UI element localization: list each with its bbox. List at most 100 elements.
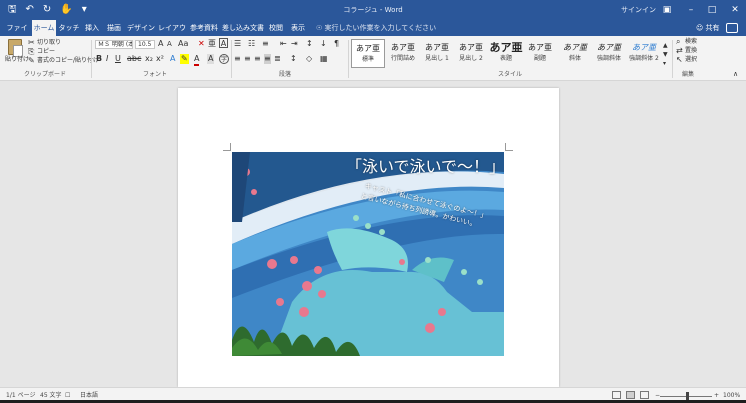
- style-no-spacing[interactable]: あア亜 行間詰め: [386, 39, 420, 68]
- collapse-ribbon-icon[interactable]: ∧: [733, 69, 738, 79]
- style-intense-emphasis[interactable]: あア亜 強調斜体: [592, 39, 626, 68]
- strikethrough-icon[interactable]: abc: [127, 54, 141, 64]
- sign-in-link[interactable]: サインイン: [621, 4, 656, 16]
- style-sample: あア亜: [528, 43, 552, 52]
- font-size-box[interactable]: 10.5: [135, 40, 155, 49]
- style-title[interactable]: あア亜 表題: [489, 39, 523, 68]
- language-indicator[interactable]: 日本語: [80, 391, 98, 400]
- style-sample: あア亜: [489, 41, 523, 54]
- tab-references[interactable]: 参考資料: [190, 20, 218, 36]
- phonetic-guide-icon[interactable]: 亜: [208, 39, 216, 49]
- style-name: 標準: [361, 56, 374, 63]
- style-heading-1[interactable]: あア亜 見出し 1: [420, 39, 454, 68]
- zoom-slider-thumb[interactable]: [686, 392, 689, 400]
- ribbon-tabs: ファイル ホーム タッチ 挿入 描画 デザイン レイアウト 参考資料 差し込み文…: [0, 20, 746, 48]
- shading-icon[interactable]: ◇: [306, 54, 312, 64]
- zoom-in-icon[interactable]: +: [714, 391, 719, 400]
- tab-mailings[interactable]: 差し込み文書: [222, 20, 264, 36]
- tab-draw[interactable]: 描画: [104, 20, 124, 36]
- document-page[interactable]: 「泳いで泳いで〜！」 キャスト「私に合わせて泳ぐのよ〜！」 と言いながら待ち列誘…: [178, 88, 559, 387]
- comments-icon[interactable]: [726, 23, 738, 33]
- subscript-icon[interactable]: x₂: [145, 54, 153, 64]
- zoom-level[interactable]: 100%: [723, 391, 740, 400]
- style-heading-2[interactable]: あア亜 見出し 2: [454, 39, 488, 68]
- tab-design[interactable]: デザイン: [127, 20, 155, 36]
- char-shading-icon[interactable]: A: [207, 54, 215, 64]
- format-painter-icon[interactable]: ✎: [28, 56, 35, 66]
- sort-icon[interactable]: ↓: [320, 39, 327, 49]
- minimize-icon[interactable]: –: [683, 3, 699, 17]
- font-name-box[interactable]: ＭＳ 明朝 (本: [95, 40, 133, 49]
- style-subtitle[interactable]: あア亜 副題: [523, 39, 557, 68]
- share-button[interactable]: ☺ 共有: [696, 20, 720, 36]
- style-intense-emphasis-2[interactable]: あア亜 強調斜体 2: [627, 39, 661, 68]
- style-emphasis[interactable]: あア亜 斜体: [558, 39, 592, 68]
- justify-icon[interactable]: ≡: [264, 54, 271, 64]
- align-center-icon[interactable]: ≡: [244, 54, 251, 64]
- tab-home[interactable]: ホーム: [32, 20, 56, 36]
- styles-group-label: スタイル: [497, 71, 522, 78]
- numbering-icon[interactable]: ☷: [248, 39, 255, 49]
- style-name: 見出し 1: [425, 55, 449, 62]
- tab-layout[interactable]: レイアウト: [157, 20, 187, 48]
- italic-icon[interactable]: I: [106, 54, 108, 64]
- show-marks-icon[interactable]: ¶: [334, 39, 339, 49]
- format-painter-label[interactable]: 書式のコピー/貼り付け: [37, 57, 99, 65]
- clipboard-group-label: クリップボード: [23, 71, 66, 78]
- clear-format-icon[interactable]: ✕: [198, 39, 205, 49]
- highlight-icon[interactable]: ✎: [180, 54, 189, 64]
- text-direction-icon[interactable]: ↕: [306, 39, 313, 49]
- style-name: 斜体: [568, 55, 581, 62]
- style-sample: あア亜: [459, 43, 483, 52]
- underline-icon[interactable]: U: [115, 54, 121, 64]
- cut-label[interactable]: 切り取り: [37, 39, 61, 47]
- paste-icon[interactable]: [8, 39, 23, 57]
- maximize-icon[interactable]: □: [704, 3, 720, 17]
- proofing-icon[interactable]: ☐: [65, 391, 70, 400]
- tab-insert[interactable]: 挿入: [82, 20, 102, 36]
- print-layout-icon[interactable]: [626, 391, 635, 399]
- style-normal[interactable]: あア亜 標準: [351, 39, 385, 68]
- font-color-icon[interactable]: A: [194, 54, 200, 66]
- collage-photo[interactable]: 「泳いで泳いで〜！」 キャスト「私に合わせて泳ぐのよ〜！」 と言いながら待ち列誘…: [232, 152, 504, 356]
- style-name: 強調斜体: [596, 55, 621, 62]
- copy-label[interactable]: コピー: [37, 48, 55, 56]
- change-case-icon[interactable]: Aa: [178, 39, 188, 49]
- bullets-icon[interactable]: ☰: [234, 39, 241, 49]
- paste-label[interactable]: 貼り付け: [5, 56, 29, 64]
- multilevel-list-icon[interactable]: ≡: [262, 39, 269, 49]
- distributed-icon[interactable]: ≣: [274, 54, 281, 64]
- line-spacing-icon[interactable]: ↕: [290, 54, 297, 64]
- align-right-icon[interactable]: ≡: [254, 54, 261, 64]
- enclose-char-icon[interactable]: 字: [219, 54, 229, 64]
- grow-font-icon[interactable]: A: [158, 39, 163, 49]
- borders-icon[interactable]: ▦: [320, 54, 328, 64]
- decrease-indent-icon[interactable]: ⇤: [280, 39, 287, 49]
- close-icon[interactable]: ✕: [727, 3, 743, 17]
- web-layout-icon[interactable]: [640, 391, 649, 399]
- char-border-icon[interactable]: A: [219, 38, 228, 48]
- shrink-font-icon[interactable]: A: [167, 39, 172, 49]
- superscript-icon[interactable]: x²: [156, 54, 164, 64]
- tab-review[interactable]: 校閲: [266, 20, 286, 36]
- read-mode-icon[interactable]: [612, 391, 621, 399]
- tell-me-search[interactable]: ☉ 実行したい作業を入力してください: [316, 20, 436, 36]
- select-label: 選択: [685, 56, 698, 63]
- tab-view[interactable]: 表示: [288, 20, 308, 36]
- text-effects-icon[interactable]: A: [170, 54, 175, 64]
- tab-file[interactable]: ファイル: [4, 20, 30, 48]
- ribbon-display-icon[interactable]: ▣: [659, 3, 675, 17]
- font-group-label: フォント: [142, 71, 167, 78]
- person-icon: ☺: [696, 24, 704, 32]
- gallery-more-icon[interactable]: ▾: [663, 59, 666, 69]
- page-count[interactable]: 1/1 ページ: [6, 391, 35, 400]
- align-left-icon[interactable]: ≡: [234, 54, 241, 64]
- word-count[interactable]: 45 文字: [40, 391, 62, 400]
- style-name: 表題: [499, 55, 512, 62]
- tab-touch[interactable]: タッチ: [58, 20, 80, 36]
- increase-indent-icon[interactable]: ⇥: [291, 39, 298, 49]
- bold-icon[interactable]: B: [96, 54, 102, 64]
- style-sample: あア亜: [632, 43, 656, 52]
- document-canvas[interactable]: 「泳いで泳いで〜！」 キャスト「私に合わせて泳ぐのよ〜！」 と言いながら待ち列誘…: [0, 82, 746, 387]
- word-window: 🖫 ↶ ↻ ✋ ▾ コラージュ - Word サインイン ▣ – □ ✕ ファイ…: [0, 0, 746, 403]
